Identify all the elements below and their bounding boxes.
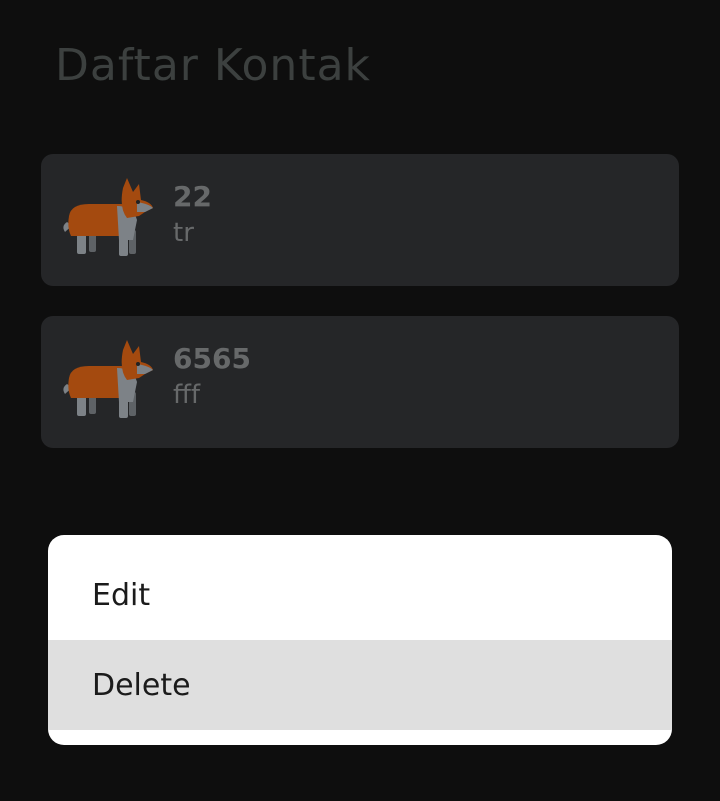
delete-menu-item[interactable]: Delete [48, 640, 672, 730]
edit-menu-item[interactable]: Edit [48, 550, 672, 640]
page-title: Daftar Kontak [55, 40, 372, 91]
contact-list: 22 tr 6565 fff [41, 154, 679, 478]
contact-phone: tr [173, 218, 194, 248]
context-menu: Edit Delete [48, 535, 672, 745]
corgi-icon [63, 178, 153, 256]
contact-phone: fff [173, 380, 201, 410]
screen: Daftar Kontak 22 tr 6565 fff Edit Delete [0, 0, 720, 801]
contact-name: 6565 [173, 342, 251, 375]
corgi-icon [63, 340, 153, 418]
contact-card[interactable]: 22 tr [41, 154, 679, 286]
contact-name: 22 [173, 180, 212, 213]
contact-card[interactable]: 6565 fff [41, 316, 679, 448]
